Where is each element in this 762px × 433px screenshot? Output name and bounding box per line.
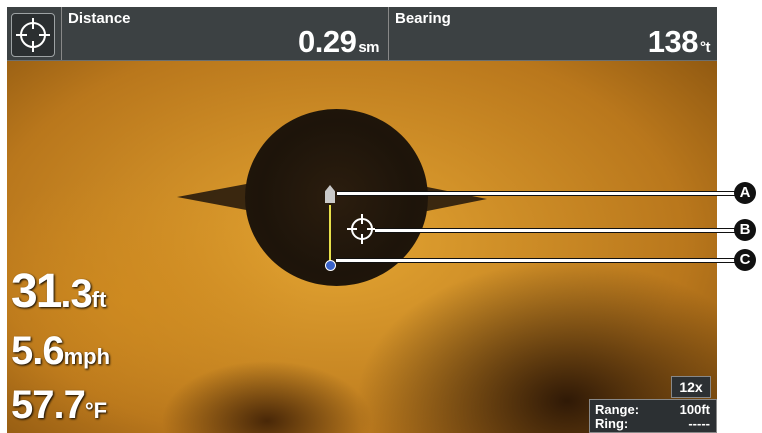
sonar-screen: 31.3ft 5.6mph 57.7°F 12x Range: 100ft Ri… — [7, 7, 717, 433]
bearing-panel: Bearing 138 °t — [388, 7, 717, 60]
range-info: Range: 100ft Ring: ----- — [589, 399, 717, 433]
callout-line-b — [375, 228, 735, 233]
ring-label: Ring: — [595, 416, 629, 431]
cursor-line — [329, 205, 331, 265]
crosshair-icon[interactable] — [346, 213, 378, 245]
callout-badge-b: B — [734, 219, 756, 241]
waypoint-icon[interactable] — [325, 260, 336, 271]
speed-readout: 5.6mph — [11, 329, 111, 373]
range-label: Range: — [595, 402, 640, 417]
depth-readout: 31.3ft — [11, 265, 107, 318]
callout-badge-a: A — [734, 182, 756, 204]
top-data-bar: Distance 0.29 sm Bearing 138 °t — [7, 7, 717, 61]
bearing-label: Bearing — [395, 10, 451, 27]
ring-value: ----- — [688, 416, 710, 431]
distance-value: 0.29 sm — [297, 24, 380, 59]
callout-badge-c: C — [734, 249, 756, 271]
crosshair-icon — [16, 18, 50, 52]
cursor-button[interactable] — [11, 13, 55, 57]
device-frame: 31.3ft 5.6mph 57.7°F 12x Range: 100ft Ri… — [0, 0, 762, 433]
distance-panel: Distance 0.29 sm — [61, 7, 387, 60]
bearing-value: 138 °t — [647, 24, 711, 59]
callout-line-a — [337, 191, 735, 196]
distance-label: Distance — [68, 10, 131, 27]
callout-line-c — [336, 258, 735, 263]
sonar-view[interactable]: 31.3ft 5.6mph 57.7°F 12x Range: 100ft Ri… — [7, 61, 717, 433]
zoom-level[interactable]: 12x — [671, 376, 711, 398]
range-value: 100ft — [679, 402, 710, 417]
temperature-readout: 57.7°F — [11, 383, 108, 427]
